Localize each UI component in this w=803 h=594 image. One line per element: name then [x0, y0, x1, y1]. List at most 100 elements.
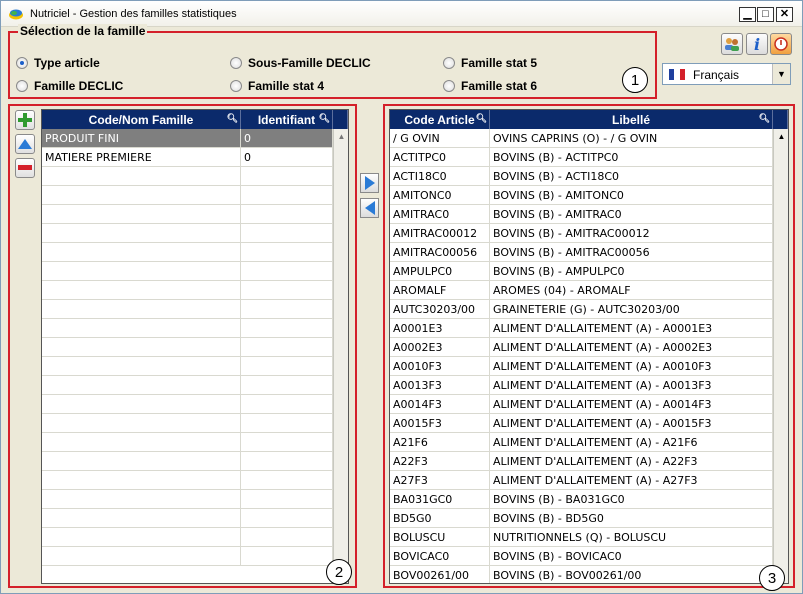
assign-left-button[interactable] — [360, 198, 379, 218]
info-icon: i — [753, 34, 761, 54]
table-row[interactable]: AMITONC0 BOVINS (B) - AMITONC0 — [390, 186, 788, 205]
cell-article-label: ALIMENT D'ALLAITEMENT (A) - A0013F3 — [490, 376, 773, 394]
chevron-down-icon[interactable]: ▼ — [772, 64, 790, 84]
radio-famille-declic[interactable]: Famille DECLIC — [16, 79, 123, 93]
empty-row — [42, 395, 348, 414]
search-icon[interactable]: 🔍︎ — [476, 113, 487, 124]
app-icon — [9, 9, 23, 20]
scroll-up-icon[interactable]: ▲ — [774, 129, 788, 144]
cell-article-code: A0013F3 — [390, 376, 490, 394]
table-row[interactable]: / G OVIN OVINS CAPRINS (O) - / G OVIN — [390, 129, 788, 148]
cell-article-label: BOVINS (B) - AMITONC0 — [490, 186, 773, 204]
cell-article-label: BOVINS (B) - BOV00261/00 — [490, 566, 773, 583]
triangle-up-icon — [18, 139, 32, 149]
radio-unselected-icon — [230, 57, 242, 69]
column-header-label: Code/Nom Famille — [88, 112, 194, 127]
cell-family-id: 0 — [241, 129, 333, 147]
cell-article-code: / G OVIN — [390, 129, 490, 147]
empty-row — [42, 376, 348, 395]
cell-article-code: AUTC30203/00 — [390, 300, 490, 318]
radio-famille-stat-5[interactable]: Famille stat 5 — [443, 56, 537, 70]
cell-article-code: AMPULPC0 — [390, 262, 490, 280]
search-icon[interactable]: 🔍︎ — [319, 113, 330, 124]
table-row[interactable]: ACTI18C0 BOVINS (B) - ACTI18C0 — [390, 167, 788, 186]
column-header-label: Libellé — [611, 112, 650, 127]
table-row[interactable]: A0001E3 ALIMENT D'ALLAITEMENT (A) - A0001… — [390, 319, 788, 338]
table-row[interactable]: PRODUIT FINI 0 — [42, 129, 348, 148]
empty-row — [42, 167, 348, 186]
cell-article-code: A27F3 — [390, 471, 490, 489]
callout-badge-2: 2 — [326, 559, 352, 585]
table-row[interactable]: A22F3 ALIMENT D'ALLAITEMENT (A) - A22F3 — [390, 452, 788, 471]
column-header-libelle[interactable]: Libellé 🔍︎ — [490, 110, 773, 129]
cell-article-label: ALIMENT D'ALLAITEMENT (A) - A22F3 — [490, 452, 773, 470]
cell-article-code: BOV00261/00 — [390, 566, 490, 583]
column-header-identifiant[interactable]: Identifiant 🔍︎ — [241, 110, 333, 129]
table-row[interactable]: A0015F3 ALIMENT D'ALLAITEMENT (A) - A0015… — [390, 414, 788, 433]
table-row[interactable]: BD5G0 BOVINS (B) - BD5G0 — [390, 509, 788, 528]
remove-button[interactable] — [15, 158, 35, 178]
table-row[interactable]: A0013F3 ALIMENT D'ALLAITEMENT (A) - A0013… — [390, 376, 788, 395]
minimize-button[interactable]: ▁ — [739, 7, 756, 22]
table-row[interactable]: AMITRAC00056 BOVINS (B) - AMITRAC00056 — [390, 243, 788, 262]
family-grid-scrollbar[interactable]: ▲ — [333, 129, 348, 583]
empty-row — [42, 357, 348, 376]
table-row[interactable]: AROMALF AROMES (04) - AROMALF — [390, 281, 788, 300]
maximize-button[interactable]: □ — [757, 7, 774, 22]
table-row[interactable]: ACTITPC0 BOVINS (B) - ACTITPC0 — [390, 148, 788, 167]
table-row[interactable]: AUTC30203/00 GRAINETERIE (G) - AUTC30203/… — [390, 300, 788, 319]
info-button[interactable]: i — [746, 33, 768, 55]
column-header-label: Identifiant — [257, 112, 316, 127]
cell-article-label: BOVINS (B) - AMITRAC0 — [490, 205, 773, 223]
scroll-up-icon[interactable]: ▲ — [334, 129, 348, 144]
article-grid-body: / G OVIN OVINS CAPRINS (O) - / G OVIN ACTI… — [390, 129, 788, 583]
table-row[interactable]: BOVICAC0 BOVINS (B) - BOVICAC0 — [390, 547, 788, 566]
cell-family-name: MATIERE PREMIERE — [42, 148, 241, 166]
users-button[interactable] — [721, 33, 743, 55]
language-value: Français — [693, 68, 740, 82]
cell-article-code: BOVICAC0 — [390, 547, 490, 565]
table-row[interactable]: AMITRAC00012 BOVINS (B) - AMITRAC00012 — [390, 224, 788, 243]
callout-badge-3: 3 — [759, 565, 785, 591]
table-row[interactable]: A27F3 ALIMENT D'ALLAITEMENT (A) - A27F3 — [390, 471, 788, 490]
radio-unselected-icon — [16, 80, 28, 92]
table-row[interactable]: BOLUSCU NUTRITIONNELS (Q) - BOLUSCU — [390, 528, 788, 547]
cell-article-code: AMITRAC0 — [390, 205, 490, 223]
cell-article-label: OVINS CAPRINS (O) - / G OVIN — [490, 129, 773, 147]
add-button[interactable] — [15, 110, 35, 130]
table-row[interactable]: A21F6 ALIMENT D'ALLAITEMENT (A) - A21F6 — [390, 433, 788, 452]
search-icon[interactable]: 🔍︎ — [227, 113, 238, 124]
table-row[interactable]: MATIERE PREMIERE 0 — [42, 148, 348, 167]
close-button[interactable]: ✕ — [776, 7, 793, 22]
cell-article-code: AROMALF — [390, 281, 490, 299]
column-header-code-nom[interactable]: Code/Nom Famille 🔍︎ — [42, 110, 241, 129]
table-row[interactable]: BOV00261/00 BOVINS (B) - BOV00261/00 — [390, 566, 788, 583]
radio-type-article[interactable]: Type article — [16, 56, 100, 70]
radio-sous-famille-declic[interactable]: Sous-Famille DECLIC — [230, 56, 371, 70]
table-row[interactable]: A0010F3 ALIMENT D'ALLAITEMENT (A) - A0010… — [390, 357, 788, 376]
radio-famille-stat-6[interactable]: Famille stat 6 — [443, 79, 537, 93]
cell-article-label: AROMES (04) - AROMALF — [490, 281, 773, 299]
article-grid-scrollbar[interactable]: ▲ — [773, 129, 788, 583]
search-icon[interactable]: 🔍︎ — [759, 113, 770, 124]
radio-famille-stat-4[interactable]: Famille stat 4 — [230, 79, 324, 93]
table-row[interactable]: A0014F3 ALIMENT D'ALLAITEMENT (A) - A0014… — [390, 395, 788, 414]
column-header-label: Code Article — [404, 112, 475, 127]
power-button[interactable] — [770, 33, 792, 55]
cell-article-code: AMITONC0 — [390, 186, 490, 204]
table-row[interactable]: BA031GC0 BOVINS (B) - BA031GC0 — [390, 490, 788, 509]
move-up-button[interactable] — [15, 134, 35, 154]
table-row[interactable]: AMITRAC0 BOVINS (B) - AMITRAC0 — [390, 205, 788, 224]
language-select[interactable]: Français ▼ — [662, 63, 791, 85]
column-header-code-article[interactable]: Code Article 🔍︎ — [390, 110, 490, 129]
arrow-right-icon — [364, 176, 375, 190]
article-list-panel: Code Article 🔍︎ Libellé 🔍︎ / G OVIN OVINS… — [383, 104, 795, 591]
table-row[interactable]: A0002E3 ALIMENT D'ALLAITEMENT (A) - A0002… — [390, 338, 788, 357]
table-row[interactable]: AMPULPC0 BOVINS (B) - AMPULPC0 — [390, 262, 788, 281]
empty-row — [42, 338, 348, 357]
empty-row — [42, 471, 348, 490]
assign-right-button[interactable] — [360, 173, 379, 193]
family-grid-header: Code/Nom Famille 🔍︎ Identifiant 🔍︎ — [42, 110, 348, 129]
empty-row — [42, 509, 348, 528]
radio-unselected-icon — [443, 80, 455, 92]
